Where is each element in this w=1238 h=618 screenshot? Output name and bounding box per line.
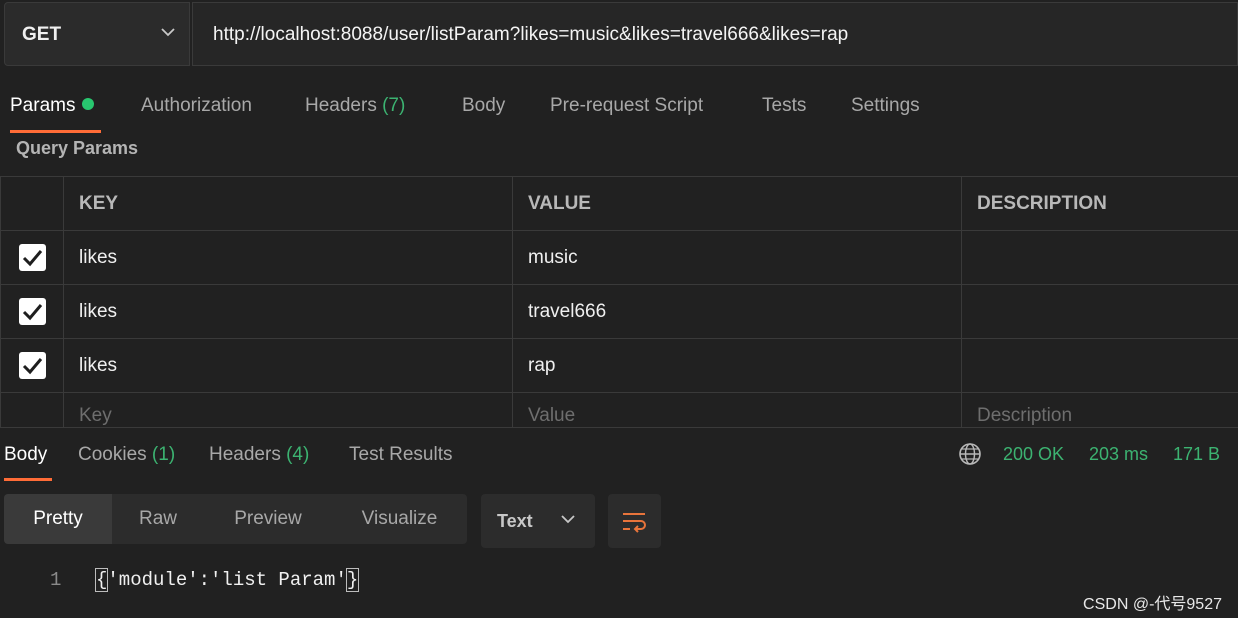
param-key-cell[interactable]: likes — [63, 284, 513, 339]
tab-tests-label: Tests — [762, 95, 807, 116]
header-checkbox-cell — [0, 176, 64, 231]
param-description-cell[interactable] — [961, 338, 1238, 393]
view-preview-button[interactable]: Preview — [204, 494, 332, 544]
new-value-input[interactable]: Value — [512, 392, 962, 428]
row-checkbox[interactable] — [18, 244, 46, 271]
new-param-row: Key Value Description — [0, 392, 1238, 428]
checkmark-icon — [22, 304, 42, 321]
response-tab-cookies-count: (1) — [151, 444, 176, 465]
query-params-title: Query Params — [16, 138, 139, 158]
line-number: 1 — [50, 569, 62, 591]
tab-headers-count: (7) — [382, 95, 406, 116]
url-text: http://localhost:8088/user/listParam?lik… — [213, 24, 849, 45]
view-raw-button[interactable]: Raw — [112, 494, 204, 544]
tab-headers[interactable]: Headers (7) — [305, 95, 405, 117]
response-tab-body[interactable]: Body — [4, 444, 47, 466]
response-time[interactable]: 203 ms — [1089, 444, 1148, 465]
table-row: likes travel666 — [0, 284, 1238, 339]
active-tab-indicator — [10, 130, 101, 133]
request-tabs: Params Authorization Headers (7) Body Pr… — [0, 68, 1238, 134]
header-key: KEY — [63, 176, 513, 231]
new-description-input[interactable]: Description — [961, 392, 1238, 428]
tab-authorization[interactable]: Authorization — [141, 95, 252, 117]
param-value-cell[interactable]: music — [512, 230, 962, 285]
header-description: DESCRIPTION — [961, 176, 1238, 231]
method-label: GET — [22, 24, 62, 45]
new-key-input[interactable]: Key — [63, 392, 513, 428]
params-active-dot-icon — [82, 98, 95, 110]
tab-tests[interactable]: Tests — [762, 95, 806, 117]
chevron-down-icon — [161, 28, 175, 37]
table-row: likes music — [0, 230, 1238, 285]
param-description-cell[interactable] — [961, 284, 1238, 339]
param-key-cell[interactable]: likes — [63, 230, 513, 285]
table-header-row: KEY VALUE DESCRIPTION — [0, 176, 1238, 231]
row-checkbox-cell — [0, 338, 64, 393]
param-key-cell[interactable]: likes — [63, 338, 513, 393]
param-value-cell[interactable]: rap — [512, 338, 962, 393]
tab-authorization-label: Authorization — [141, 95, 252, 116]
close-brace: } — [345, 568, 360, 592]
response-tabs: Body Cookies (1) Headers (4) Test Result… — [0, 428, 1238, 482]
tab-body-label: Body — [462, 95, 506, 116]
active-response-tab-indicator — [4, 478, 52, 481]
response-tab-headers-label: Headers — [209, 444, 287, 465]
response-tab-cookies-label: Cookies — [78, 444, 152, 465]
query-params-table: KEY VALUE DESCRIPTION likes music likes … — [0, 176, 1238, 428]
status-code[interactable]: 200 OK — [1003, 444, 1064, 465]
response-body-text: {'module':'list Param'} — [94, 568, 360, 592]
row-checkbox[interactable] — [18, 298, 46, 325]
response-tab-headers-count: (4) — [286, 444, 310, 465]
response-tab-headers[interactable]: Headers (4) — [209, 444, 309, 466]
response-size[interactable]: 171 B — [1173, 444, 1220, 465]
wrap-lines-button[interactable] — [608, 494, 661, 548]
url-input[interactable]: http://localhost:8088/user/listParam?lik… — [192, 2, 1238, 66]
row-checkbox-cell — [0, 284, 64, 339]
new-row-checkbox-cell — [0, 392, 64, 428]
response-body-editor[interactable]: 1 {'module':'list Param'} — [0, 560, 1238, 600]
body-view-selector: Pretty Raw Preview Visualize — [4, 494, 467, 544]
wrap-lines-icon — [623, 513, 646, 533]
param-description-cell[interactable] — [961, 230, 1238, 285]
response-tab-body-label: Body — [4, 444, 48, 465]
checkmark-icon — [22, 250, 42, 267]
checkmark-icon — [22, 358, 42, 375]
watermark: CSDN @-代号9527 — [1083, 596, 1222, 613]
row-checkbox[interactable] — [18, 352, 46, 379]
tab-pre-request-script-label: Pre-request Script — [550, 95, 704, 116]
view-visualize-button[interactable]: Visualize — [332, 494, 467, 544]
globe-icon[interactable] — [958, 442, 982, 466]
response-tab-test-results-label: Test Results — [349, 444, 453, 465]
tab-headers-label: Headers — [305, 95, 383, 116]
tab-settings-label: Settings — [851, 95, 920, 116]
tab-body[interactable]: Body — [462, 95, 505, 117]
method-select[interactable]: GET — [4, 2, 190, 66]
header-value: VALUE — [512, 176, 962, 231]
chevron-down-icon — [561, 515, 575, 524]
format-select[interactable]: Text — [481, 494, 595, 548]
view-pretty-button[interactable]: Pretty — [4, 494, 112, 544]
tab-settings[interactable]: Settings — [851, 95, 920, 117]
open-brace: { — [94, 568, 109, 592]
tab-pre-request-script[interactable]: Pre-request Script — [550, 95, 703, 117]
param-value-cell[interactable]: travel666 — [512, 284, 962, 339]
tab-params-label: Params — [10, 95, 76, 116]
row-checkbox-cell — [0, 230, 64, 285]
response-body-content: 'module':'list Param' — [107, 569, 347, 591]
tab-params[interactable]: Params — [10, 95, 95, 117]
response-tab-cookies[interactable]: Cookies (1) — [78, 444, 175, 466]
request-url-bar: GET http://localhost:8088/user/listParam… — [0, 0, 1238, 68]
table-row: likes rap — [0, 338, 1238, 393]
format-label: Text — [497, 511, 533, 531]
response-tab-test-results[interactable]: Test Results — [349, 444, 452, 466]
